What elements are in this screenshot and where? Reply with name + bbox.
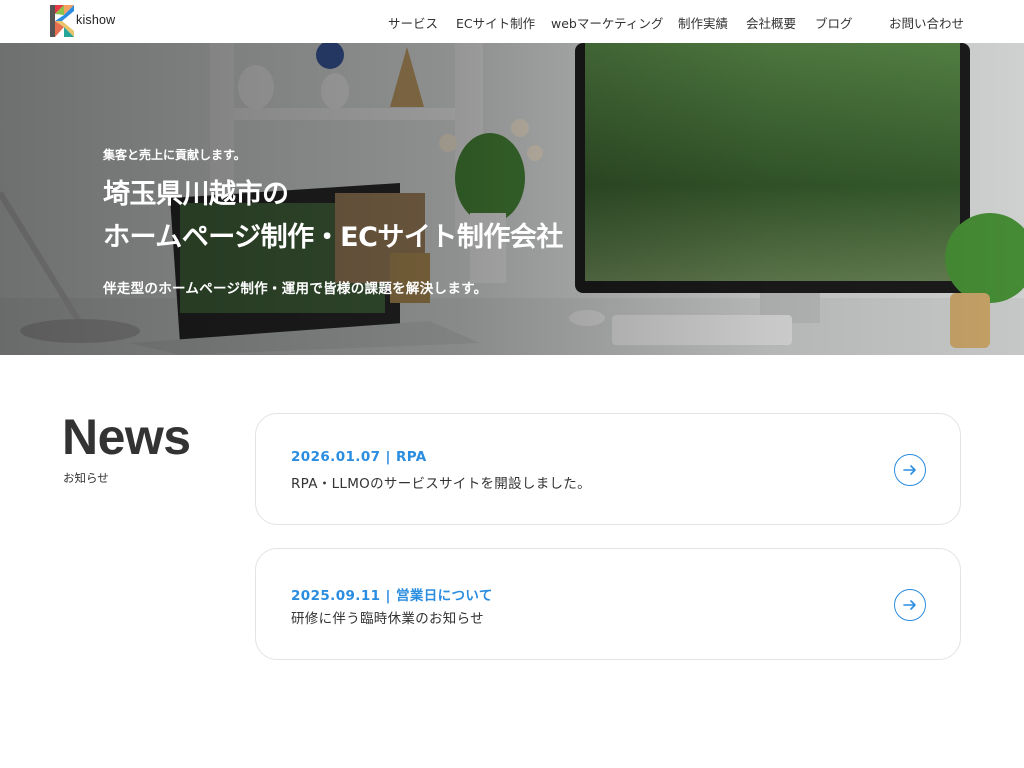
news-card[interactable]: 2025.09.11 | 営業日について 研修に伴う臨時休業のお知らせ (255, 548, 961, 660)
news-heading: News (62, 409, 191, 465)
hero-title-line2: ホームページ制作・ECサイト制作会社 (103, 222, 563, 253)
arrow-right-icon[interactable] (894, 589, 926, 621)
news-title: 研修に伴う臨時休業のお知らせ (291, 611, 484, 627)
news-date: 2026.01.07 (291, 449, 381, 465)
hero-kicker: 集客と売上に貢献します。 (103, 148, 246, 162)
site-header: kishow サービス ECサイト制作 webマーケティング 制作実績 会社概要… (0, 0, 1024, 43)
hero-section: 集客と売上に貢献します。 埼玉県川越市の ホームページ制作・ECサイト制作会社 … (0, 43, 1024, 355)
brand-name: kishow (76, 13, 116, 27)
news-meta: 2026.01.07 | RPA (291, 449, 427, 465)
nav-item-company[interactable]: 会社概要 (746, 13, 796, 32)
news-category: 営業日について (395, 588, 493, 604)
news-category: RPA (395, 449, 427, 465)
nav-item-works[interactable]: 制作実績 (678, 13, 728, 32)
news-subheading: お知らせ (63, 471, 109, 485)
logo-icon (50, 5, 74, 37)
news-meta: 2025.09.11 | 営業日について (291, 588, 493, 604)
hero-title: 埼玉県川越市の ホームページ制作・ECサイト制作会社 (103, 173, 563, 259)
logo[interactable]: kishow (50, 5, 115, 37)
nav-item-blog[interactable]: ブログ (815, 13, 853, 32)
hero-subtitle: 伴走型のホームページ制作・運用で皆様の課題を解決します。 (103, 281, 488, 297)
arrow-right-icon[interactable] (894, 454, 926, 486)
hero-title-line1: 埼玉県川越市の (103, 179, 289, 210)
nav-item-ec-site[interactable]: ECサイト制作 (456, 13, 535, 32)
news-title: RPA・LLMOのサービスサイトを開設しました。 (291, 476, 591, 492)
news-card[interactable]: 2026.01.07 | RPA RPA・LLMOのサービスサイトを開設しました… (255, 413, 961, 525)
nav-item-services[interactable]: サービス (388, 13, 438, 32)
nav-item-contact[interactable]: お問い合わせ (889, 13, 964, 32)
news-date: 2025.09.11 (291, 588, 381, 604)
nav-item-web-marketing[interactable]: webマーケティング (551, 13, 663, 32)
